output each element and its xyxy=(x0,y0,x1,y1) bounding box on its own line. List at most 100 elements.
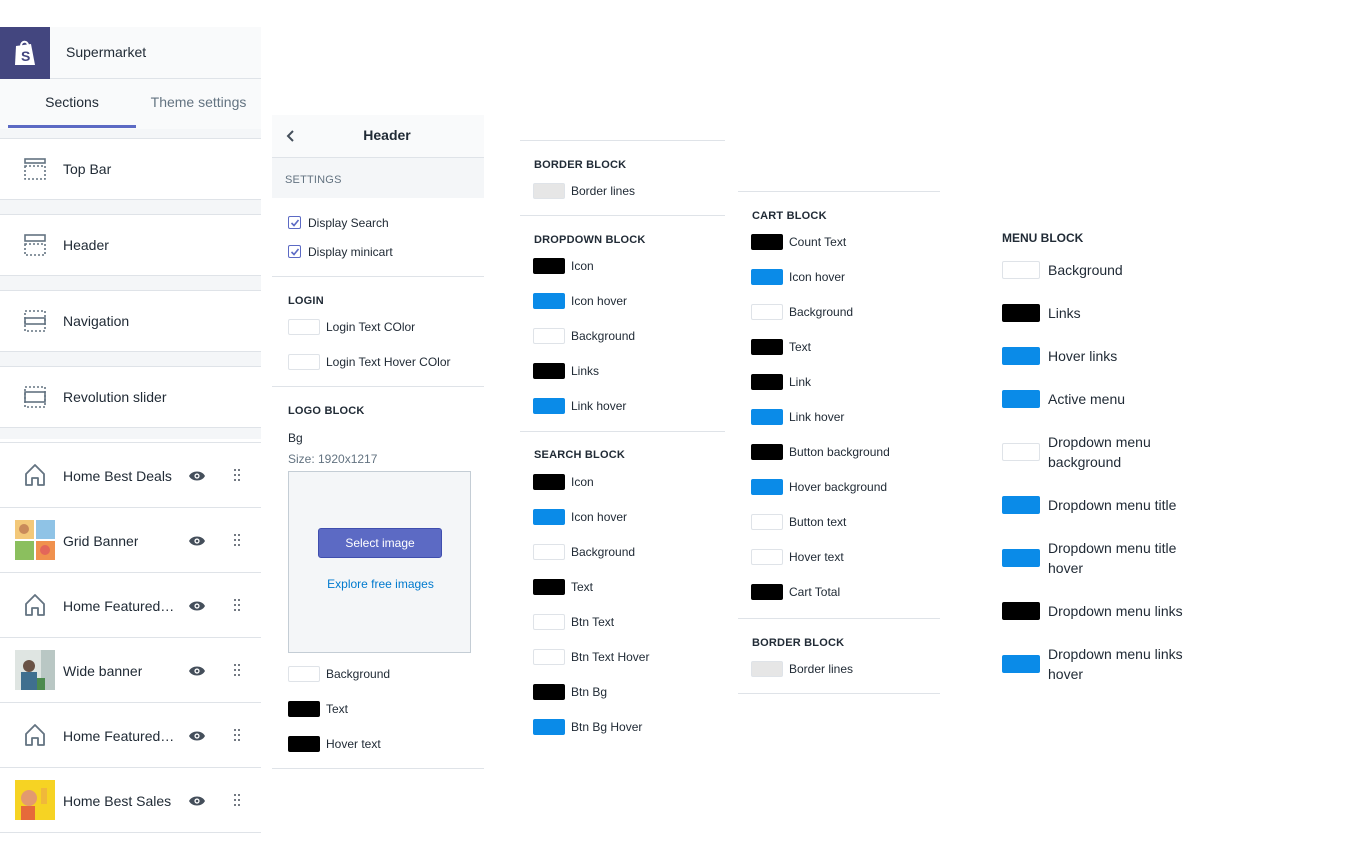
section-label: Revolution slider xyxy=(63,389,167,405)
wide-banner-thumbnail xyxy=(15,650,55,690)
background-color-swatch[interactable] xyxy=(1002,261,1040,279)
drag-handle-icon[interactable] xyxy=(234,729,240,741)
dropdown-menu-title-hover-color-swatch[interactable] xyxy=(1002,549,1040,567)
icon-hover-color-swatch[interactable] xyxy=(533,509,565,525)
shopify-logo-icon[interactable]: S xyxy=(0,27,50,79)
block-home-best-sales[interactable]: Home Best Sales xyxy=(0,768,261,833)
eye-icon[interactable] xyxy=(188,600,206,612)
home-icon xyxy=(25,594,45,616)
select-image-button[interactable]: Select image xyxy=(318,528,442,558)
store-name[interactable]: Supermarket xyxy=(66,44,146,60)
icon-hover-color-swatch[interactable] xyxy=(751,269,783,285)
background-color-swatch[interactable] xyxy=(751,304,783,320)
dropdown-block-caption: DROPDOWN BLOCK xyxy=(534,234,646,246)
block-label: Home Featured ... xyxy=(63,728,175,744)
active-menu-color-swatch[interactable] xyxy=(1002,390,1040,408)
drag-handle-icon[interactable] xyxy=(234,664,240,676)
login-text-hover-color-swatch[interactable] xyxy=(288,354,320,370)
dropdown-menu-links-hover-color-swatch[interactable] xyxy=(1002,655,1040,673)
hover-links-label: Hover links xyxy=(1048,348,1118,364)
icon-color-swatch[interactable] xyxy=(533,474,565,490)
border-lines-swatch[interactable] xyxy=(751,661,783,677)
drag-handle-icon[interactable] xyxy=(234,599,240,611)
drag-handle-icon[interactable] xyxy=(234,534,240,546)
block-home-featured-1[interactable]: Home Featured ... xyxy=(0,573,261,638)
section-label: Navigation xyxy=(63,313,130,329)
border-lines-swatch[interactable] xyxy=(533,183,565,199)
background-color-label: Background xyxy=(326,667,391,681)
hover-text-color-label: Hover text xyxy=(326,737,381,751)
login-text-color-swatch[interactable] xyxy=(288,319,320,335)
display-minicart-checkbox[interactable] xyxy=(288,245,301,258)
hover-text-color-swatch[interactable] xyxy=(288,736,320,752)
eye-icon[interactable] xyxy=(188,665,206,677)
text-color-swatch[interactable] xyxy=(288,701,320,717)
background-label: Background xyxy=(1048,262,1123,278)
bg-label: Bg xyxy=(288,431,303,445)
explore-free-images-link[interactable]: Explore free images xyxy=(289,577,472,591)
grid-banner-thumbnail xyxy=(15,520,55,560)
panel-header: Header xyxy=(272,115,484,158)
block-label: Grid Banner xyxy=(63,533,139,549)
section-revolution-slider[interactable]: Revolution slider xyxy=(0,366,261,428)
display-search-checkbox[interactable] xyxy=(288,216,301,229)
tab-sections[interactable]: Sections xyxy=(8,94,136,110)
section-layout-icon xyxy=(24,234,46,256)
icon-hover-label: Icon hover xyxy=(789,270,846,284)
link-color-swatch[interactable] xyxy=(751,374,783,390)
button-background-color-swatch[interactable] xyxy=(751,444,783,460)
drag-handle-icon[interactable] xyxy=(234,794,240,806)
dropdown-menu-links-label: Dropdown menu links xyxy=(1048,603,1183,619)
links-color-swatch[interactable] xyxy=(533,363,565,379)
text-color-swatch[interactable] xyxy=(751,339,783,355)
active-menu-label: Active menu xyxy=(1048,391,1126,407)
background-color-swatch[interactable] xyxy=(533,544,565,560)
icon-label: Icon xyxy=(571,475,594,489)
btn-text-hover-color-swatch[interactable] xyxy=(533,649,565,665)
background-color-swatch[interactable] xyxy=(533,328,565,344)
background-color-swatch[interactable] xyxy=(288,666,320,682)
divider xyxy=(520,431,725,432)
eye-icon[interactable] xyxy=(188,535,206,547)
block-grid-banner[interactable]: Grid Banner xyxy=(0,508,261,573)
divider xyxy=(520,215,725,216)
link-hover-color-swatch[interactable] xyxy=(751,409,783,425)
icon-color-swatch[interactable] xyxy=(533,258,565,274)
section-header[interactable]: Header xyxy=(0,214,261,276)
links-color-swatch[interactable] xyxy=(1002,304,1040,322)
text-label: Text xyxy=(571,580,594,594)
block-home-featured-2[interactable]: Home Featured ... xyxy=(0,703,261,768)
button-text-color-swatch[interactable] xyxy=(751,514,783,530)
dropdown-menu-links-color-swatch[interactable] xyxy=(1002,602,1040,620)
eye-icon[interactable] xyxy=(188,795,206,807)
link-hover-color-swatch[interactable] xyxy=(533,398,565,414)
btn-bg-hover-color-swatch[interactable] xyxy=(533,719,565,735)
block-wide-banner[interactable]: Wide banner xyxy=(0,638,261,703)
settings-caption-bar: SETTINGS xyxy=(272,158,484,198)
btn-text-color-swatch[interactable] xyxy=(533,614,565,630)
btn-bg-label: Btn Bg xyxy=(571,685,608,699)
section-navigation[interactable]: Navigation xyxy=(0,290,261,352)
eye-icon[interactable] xyxy=(188,730,206,742)
btn-bg-color-swatch[interactable] xyxy=(533,684,565,700)
dropdown-menu-background-label: Dropdown menu background xyxy=(1048,434,1151,470)
dropdown-menu-background-color-swatch[interactable] xyxy=(1002,443,1040,461)
dropdown-menu-title-color-swatch[interactable] xyxy=(1002,496,1040,514)
drag-handle-icon[interactable] xyxy=(234,469,240,481)
section-top-bar[interactable]: Top Bar xyxy=(0,138,261,200)
link-hover-label: Link hover xyxy=(571,399,627,413)
sidebar-topbar: S Supermarket xyxy=(0,27,261,79)
tab-theme-settings[interactable]: Theme settings xyxy=(136,94,261,110)
display-search-label: Display Search xyxy=(308,216,389,230)
eye-icon[interactable] xyxy=(188,470,206,482)
hover-background-color-swatch[interactable] xyxy=(751,479,783,495)
count-text-color-swatch[interactable] xyxy=(751,234,783,250)
icon-hover-color-swatch[interactable] xyxy=(533,293,565,309)
cart-total-color-swatch[interactable] xyxy=(751,584,783,600)
hover-links-color-swatch[interactable] xyxy=(1002,347,1040,365)
text-color-label: Text xyxy=(326,702,349,716)
text-color-swatch[interactable] xyxy=(533,579,565,595)
hover-text-color-swatch[interactable] xyxy=(751,549,783,565)
block-home-best-deals[interactable]: Home Best Deals xyxy=(0,443,261,508)
divider xyxy=(272,386,484,387)
